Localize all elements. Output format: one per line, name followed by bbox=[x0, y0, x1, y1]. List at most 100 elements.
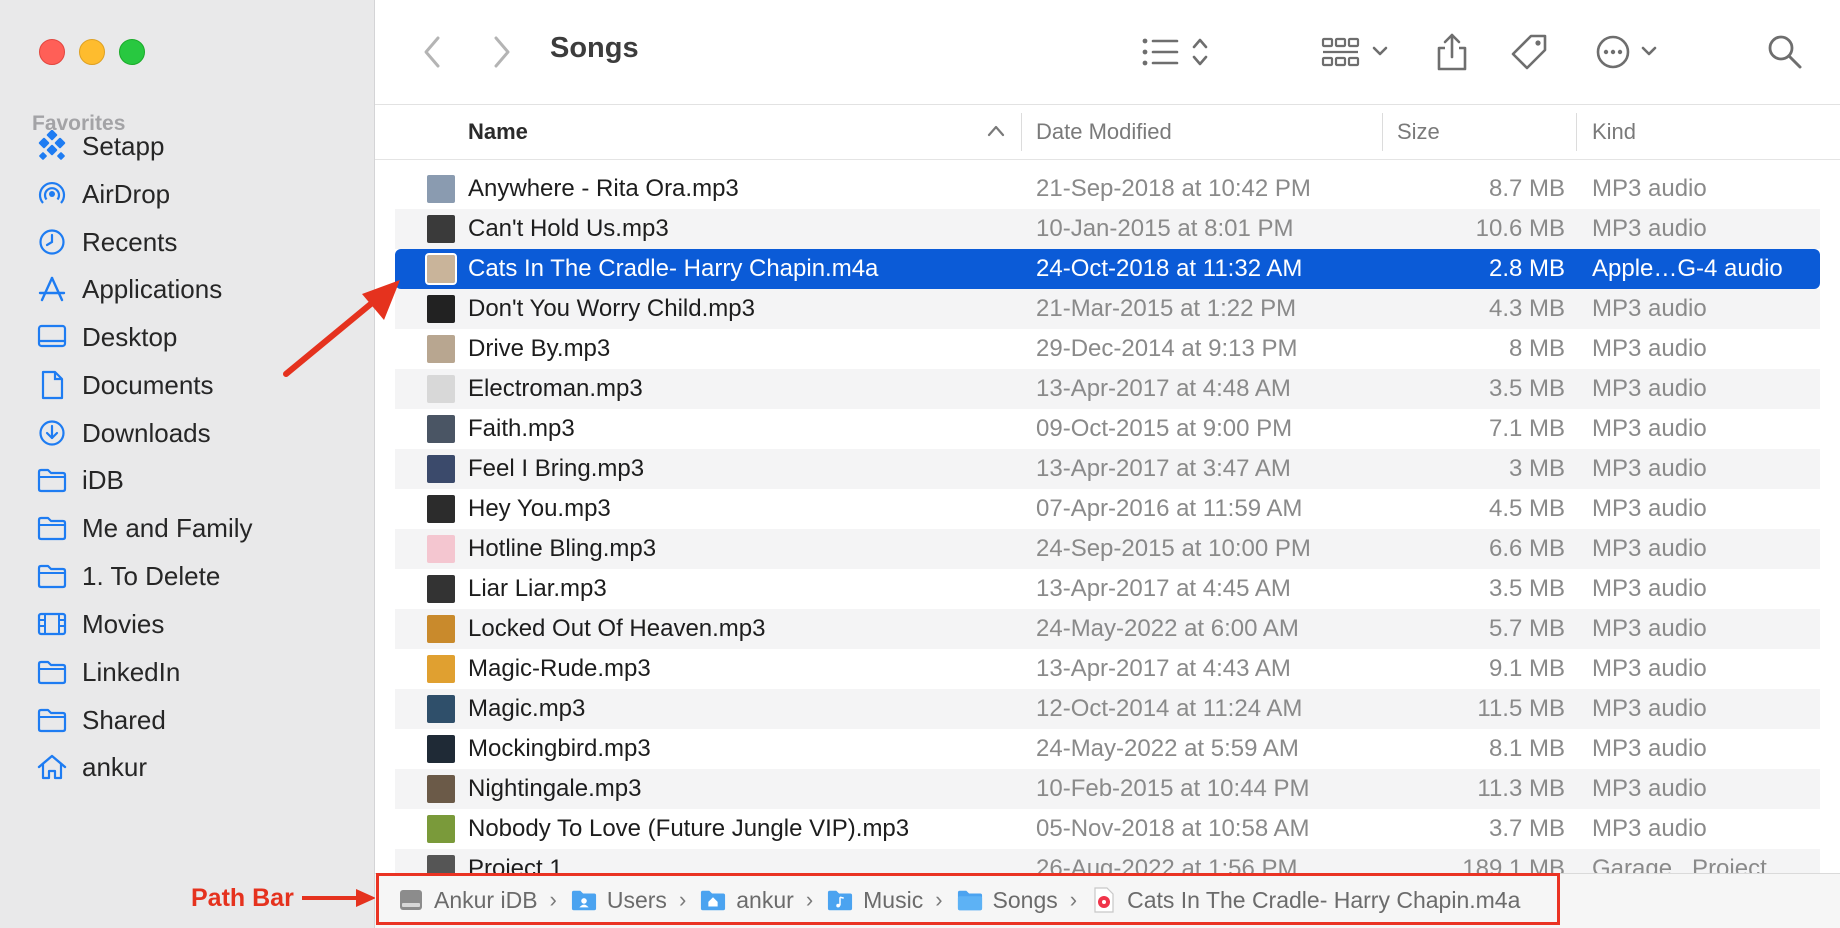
forward-button[interactable] bbox=[487, 30, 517, 74]
sidebar: Favorites Setapp AirDrop Recents Applicatio… bbox=[0, 0, 376, 928]
file-row[interactable]: Nightingale.mp3 10-Feb-2015 at 10:44 PM 11… bbox=[395, 769, 1820, 809]
sidebar-item-ankur[interactable]: ankur bbox=[24, 741, 354, 793]
file-kind: MP3 audio bbox=[1592, 775, 1707, 802]
search-icon bbox=[1768, 35, 1802, 69]
file-row[interactable]: Hey You.mp3 07-Apr-2016 at 11:59 AM 4.5 MB… bbox=[395, 489, 1820, 529]
file-row[interactable]: Hotline Bling.mp3 24-Sep-2015 at 10:00 PM… bbox=[395, 529, 1820, 569]
file-row[interactable]: Can't Hold Us.mp3 10-Jan-2015 at 8:01 PM 1… bbox=[395, 209, 1820, 249]
file-size: 189.1 MB bbox=[1462, 855, 1565, 873]
file-row[interactable]: Magic.mp3 12-Oct-2014 at 11:24 AM 11.5 MB M… bbox=[395, 689, 1820, 729]
file-name: Nightingale.mp3 bbox=[468, 775, 642, 802]
sidebar-item-shared[interactable]: Shared bbox=[24, 694, 354, 746]
tag-icon bbox=[1511, 34, 1547, 70]
tags-button[interactable] bbox=[1508, 30, 1550, 74]
file-row[interactable]: Nobody To Love (Future Jungle VIP).mp3 05… bbox=[395, 809, 1820, 849]
file-size: 9.1 MB bbox=[1488, 655, 1565, 682]
file-date: 13-Apr-2017 at 3:47 AM bbox=[1036, 455, 1291, 482]
sidebar-item-movies[interactable]: Movies bbox=[24, 598, 354, 650]
sidebar-item-label: Applications bbox=[82, 273, 223, 304]
sidebar-item-label: ankur bbox=[82, 751, 148, 782]
file-date: 21-Sep-2018 at 10:42 PM bbox=[1036, 175, 1311, 202]
file-name: Can't Hold Us.mp3 bbox=[468, 215, 669, 242]
folder-icon bbox=[34, 702, 70, 738]
sidebar-item-label: Me and Family bbox=[82, 512, 253, 543]
chevron-left-icon bbox=[424, 36, 440, 68]
finder-window: Favorites Setapp AirDrop Recents Applicatio… bbox=[0, 0, 1840, 928]
file-size: 3.5 MB bbox=[1488, 375, 1565, 402]
file-date: 29-Dec-2014 at 9:13 PM bbox=[1036, 335, 1298, 362]
file-size: 8.7 MB bbox=[1488, 175, 1565, 202]
column-separator[interactable] bbox=[1021, 113, 1022, 151]
file-kind: MP3 audio bbox=[1592, 735, 1707, 762]
column-header-date[interactable]: Date Modified bbox=[1036, 105, 1172, 159]
minimize-window-button[interactable] bbox=[79, 39, 105, 65]
sidebar-item-downloads[interactable]: Downloads bbox=[24, 407, 354, 459]
airdrop-icon bbox=[34, 176, 70, 212]
sidebar-item-idb[interactable]: iDB bbox=[24, 454, 354, 506]
zoom-window-button[interactable] bbox=[119, 39, 145, 65]
file-row[interactable]: Project 1 26-Aug-2022 at 1:56 PM 189.1 MB G… bbox=[395, 849, 1820, 873]
file-date: 07-Apr-2016 at 11:59 AM bbox=[1036, 495, 1303, 522]
file-size: 10.6 MB bbox=[1475, 215, 1565, 242]
sidebar-item-me-and-family[interactable]: Me and Family bbox=[24, 502, 354, 554]
search-button[interactable] bbox=[1765, 30, 1805, 74]
sidebar-item-label: AirDrop bbox=[82, 178, 171, 209]
column-header-kind[interactable]: Kind bbox=[1592, 105, 1636, 159]
album-art-thumbnail bbox=[427, 615, 455, 643]
file-row[interactable]: Liar Liar.mp3 13-Apr-2017 at 4:45 AM 3.5 M… bbox=[395, 569, 1820, 609]
file-size: 4.3 MB bbox=[1488, 295, 1565, 322]
column-header-name[interactable]: Name bbox=[468, 105, 528, 159]
file-row[interactable]: Locked Out Of Heaven.mp3 24-May-2022 at 6… bbox=[395, 609, 1820, 649]
column-date-label: Date Modified bbox=[1036, 119, 1172, 144]
view-options-button[interactable] bbox=[1141, 30, 1217, 74]
album-art-thumbnail bbox=[427, 295, 455, 323]
file-date: 13-Apr-2017 at 4:45 AM bbox=[1036, 575, 1291, 602]
share-button[interactable] bbox=[1432, 30, 1472, 74]
file-kind: MP3 audio bbox=[1592, 455, 1707, 482]
home-icon bbox=[34, 749, 70, 785]
album-art-thumbnail bbox=[427, 575, 455, 603]
file-kind: MP3 audio bbox=[1592, 415, 1707, 442]
sidebar-item-recents[interactable]: Recents bbox=[24, 216, 354, 268]
group-button[interactable] bbox=[1321, 30, 1393, 74]
window-title: Songs bbox=[550, 32, 639, 64]
column-name-label: Name bbox=[468, 119, 528, 144]
column-size-label: Size bbox=[1397, 119, 1440, 144]
action-menu-button[interactable] bbox=[1595, 30, 1665, 74]
file-name: Nobody To Love (Future Jungle VIP).mp3 bbox=[468, 815, 910, 842]
sidebar-item-airdrop[interactable]: AirDrop bbox=[24, 168, 354, 220]
file-date: 24-Oct-2018 at 11:32 AM bbox=[1036, 255, 1303, 282]
file-row[interactable]: Faith.mp3 09-Oct-2015 at 9:00 PM 7.1 MB MP3… bbox=[395, 409, 1820, 449]
file-size: 4.5 MB bbox=[1488, 495, 1565, 522]
sidebar-item-label: Recents bbox=[82, 226, 178, 257]
file-name: Locked Out Of Heaven.mp3 bbox=[468, 615, 766, 642]
column-separator[interactable] bbox=[1382, 113, 1383, 151]
file-name: Feel I Bring.mp3 bbox=[468, 455, 645, 482]
sort-ascending-icon[interactable] bbox=[987, 124, 1005, 138]
file-name: Don't You Worry Child.mp3 bbox=[468, 295, 755, 322]
file-row[interactable]: Anywhere - Rita Ora.mp3 21-Sep-2018 at 10… bbox=[395, 169, 1820, 209]
file-name: Hotline Bling.mp3 bbox=[468, 535, 657, 562]
file-kind: MP3 audio bbox=[1592, 215, 1707, 242]
file-row[interactable]: Magic-Rude.mp3 13-Apr-2017 at 4:43 AM 9.1 … bbox=[395, 649, 1820, 689]
sidebar-item-setapp[interactable]: Setapp bbox=[24, 120, 354, 172]
album-art-thumbnail bbox=[427, 695, 455, 723]
file-row-selected[interactable]: Cats In The Cradle- Harry Chapin.m4a 24-O… bbox=[395, 249, 1820, 289]
file-row[interactable]: Electroman.mp3 13-Apr-2017 at 4:48 AM 3.5 … bbox=[395, 369, 1820, 409]
column-header-size[interactable]: Size bbox=[1397, 105, 1440, 159]
file-size: 3 MB bbox=[1508, 455, 1565, 482]
file-row[interactable]: Drive By.mp3 29-Dec-2014 at 9:13 PM 8 MB MP… bbox=[395, 329, 1820, 369]
close-window-button[interactable] bbox=[39, 39, 65, 65]
sidebar-item-linkedin[interactable]: LinkedIn bbox=[24, 646, 354, 698]
file-row[interactable]: Don't You Worry Child.mp3 21-Mar-2015 at … bbox=[395, 289, 1820, 329]
sidebar-item-label: iDB bbox=[82, 464, 124, 495]
file-row[interactable]: Feel I Bring.mp3 13-Apr-2017 at 3:47 AM 3 … bbox=[395, 449, 1820, 489]
file-kind: MP3 audio bbox=[1592, 535, 1707, 562]
back-button[interactable] bbox=[417, 30, 447, 74]
file-date: 24-May-2022 at 6:00 AM bbox=[1036, 615, 1299, 642]
column-separator[interactable] bbox=[1576, 113, 1577, 151]
file-size: 8.1 MB bbox=[1488, 735, 1565, 762]
album-art-thumbnail bbox=[427, 215, 455, 243]
sidebar-item-1-to-delete[interactable]: 1. To Delete bbox=[24, 550, 354, 602]
file-row[interactable]: Mockingbird.mp3 24-May-2022 at 5:59 AM 8.1… bbox=[395, 729, 1820, 769]
